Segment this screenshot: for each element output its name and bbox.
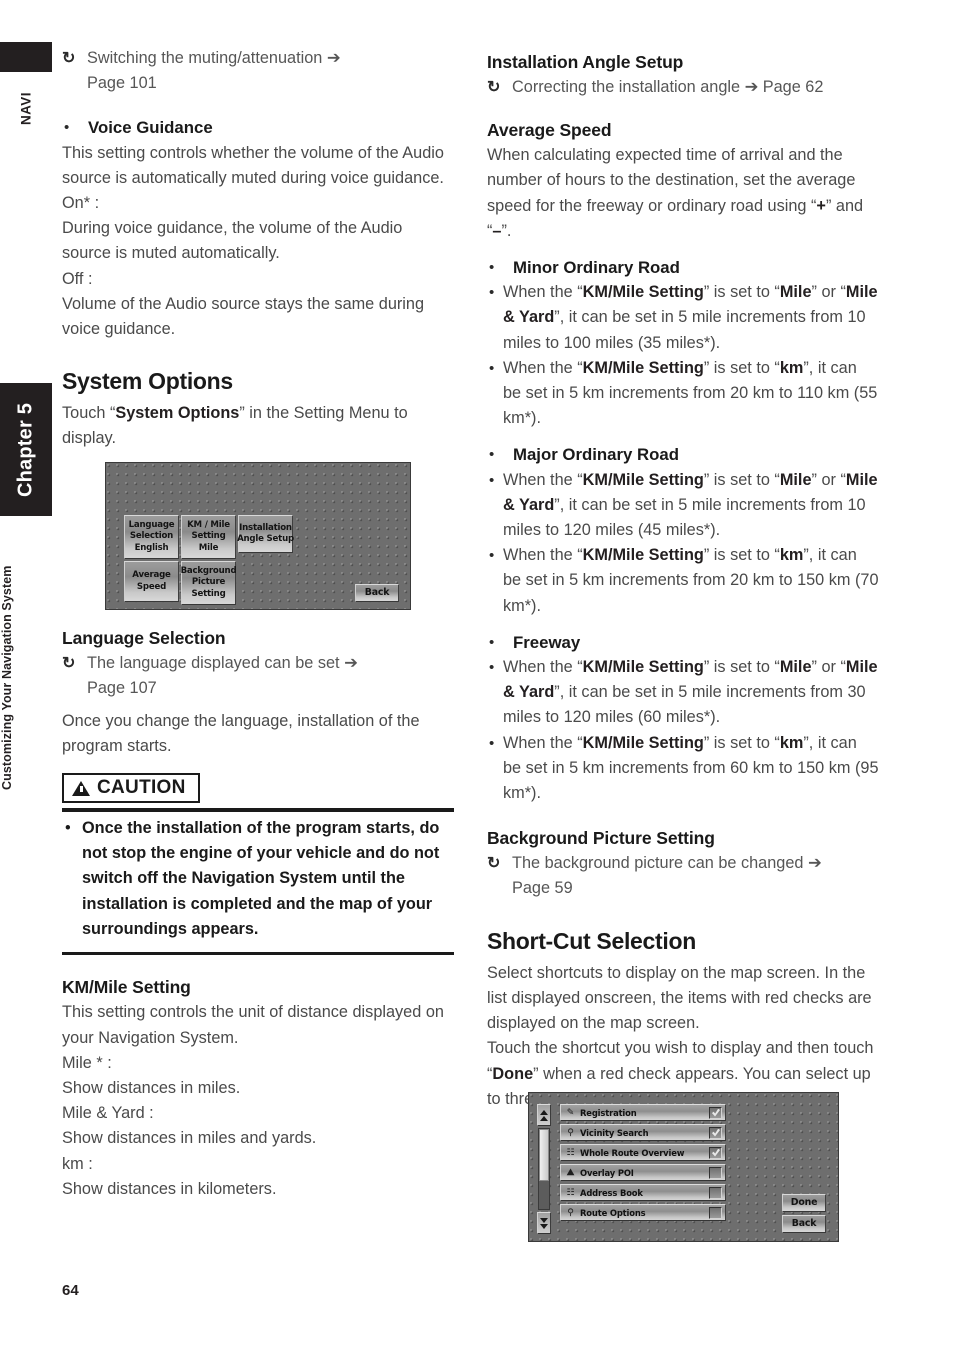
heading-language-selection: Language Selection — [62, 627, 226, 648]
heading-background-picture-setting: Background Picture Setting — [487, 828, 715, 849]
checkbox-route-options[interactable] — [709, 1206, 722, 1219]
loop-arrow-icon: ↻ — [487, 855, 501, 873]
reference-language-displayed: ↻ The language displayed can be set ➔ Pa… — [62, 651, 454, 701]
shortcut-row-address-book[interactable]: ☷ Address Book — [560, 1184, 726, 1201]
navi-tab-label: NAVI — [18, 92, 34, 126]
shortcut-row-registration[interactable]: ✎ Registration — [560, 1104, 726, 1121]
scrollbar-track[interactable] — [538, 1128, 550, 1210]
navi-tab-bar — [0, 42, 52, 72]
shortcut-row-whole-route-overview[interactable]: ☷ Whole Route Overview — [560, 1144, 726, 1161]
bullet-freeway-km: When the “KM/Mile Setting” is set to “km… — [487, 731, 879, 807]
section-label: Customizing Your Navigation System — [0, 565, 14, 791]
scroll-down-button[interactable] — [537, 1212, 551, 1234]
warning-triangle-icon — [72, 780, 90, 796]
nav-button-km-mile-setting[interactable]: KM / Mile Setting Mile — [181, 515, 236, 559]
on-label: On* : — [62, 194, 100, 213]
nav-button-language-selection[interactable]: Language Selection English — [124, 515, 179, 559]
left-column: ↻ Switching the muting/attenuation ➔ Pag… — [62, 44, 454, 1202]
mile-yard-label: Mile & Yard : — [62, 1104, 154, 1123]
mile-text: Show distances in miles. — [62, 1079, 241, 1098]
bullet-minor-mile: When the “KM/Mile Setting” is set to “Mi… — [487, 280, 879, 356]
sidebar: NAVI Chapter 5 Customizing Your Navigati… — [0, 0, 56, 1355]
right-column: Installation Angle Setup ↻ Correcting th… — [487, 44, 879, 1112]
loop-arrow-icon: ↻ — [487, 79, 501, 96]
reference-text: Correcting the installation angle ➔ Page… — [512, 78, 824, 96]
heading-installation-angle-setup: Installation Angle Setup — [487, 52, 684, 72]
checkbox-vicinity-search[interactable] — [709, 1126, 722, 1139]
group-heading-major-ordinary-road: Major Ordinary Road — [487, 442, 879, 467]
overlay-poi-icon: ⛰ — [566, 1167, 575, 1178]
chevron-down-icon — [540, 1223, 548, 1229]
nav-button-average-speed[interactable]: Average Speed — [124, 561, 179, 602]
system-options-intro: Touch “System Options” in the Setting Me… — [62, 404, 408, 448]
chevron-down-icon — [540, 1217, 548, 1223]
checkbox-address-book[interactable] — [709, 1186, 722, 1199]
reference-line-1: Switching the muting/attenuation ➔ — [87, 49, 341, 67]
voice-guidance-description: This setting controls whether the volume… — [62, 143, 444, 187]
page-title-system-options: System Options — [62, 368, 233, 395]
address-book-icon: ☷ — [566, 1187, 575, 1198]
loop-arrow-icon: ↻ — [62, 654, 76, 672]
km-label: km : — [62, 1154, 93, 1173]
shortcut-row-overlay-poi[interactable]: ⛰ Overlay POI — [560, 1164, 726, 1181]
shortcut-done-button[interactable]: Done — [782, 1194, 826, 1212]
loop-arrow-icon: ↻ — [62, 50, 76, 67]
chapter-label: Chapter 5 — [14, 402, 37, 497]
page-title-short-cut-selection: Short-Cut Selection — [487, 927, 696, 954]
reference-background-picture: ↻ The background picture can be changed … — [487, 851, 879, 901]
reference-correcting-installation-angle: ↻ Correcting the installation angle ➔ Pa… — [487, 75, 879, 100]
reference-line-2: Page 107 — [87, 678, 157, 697]
nav-button-background-picture-setting[interactable]: Background Picture Setting — [181, 561, 237, 605]
mile-yard-text: Show distances in miles and yards. — [62, 1129, 317, 1148]
off-label: Off : — [62, 269, 93, 288]
scrollbar-thumb[interactable] — [539, 1129, 549, 1181]
system-options-screen: Language Selection English KM / Mile Set… — [105, 462, 411, 610]
nav-button-installation-angle-setup[interactable]: Installation Angle Setup — [237, 515, 294, 553]
chevron-up-icon — [540, 1109, 548, 1115]
reference-line-2: Page 101 — [87, 74, 157, 93]
short-cut-selection-screen: ✎ Registration ⚲ Vicinity Search ☷ Whole… — [528, 1092, 839, 1242]
scroll-up-button[interactable] — [537, 1104, 551, 1126]
bullet-major-km: When the “KM/Mile Setting” is set to “km… — [487, 543, 879, 619]
average-speed-intro: When calculating expected time of arriva… — [487, 146, 864, 240]
heading-average-speed: Average Speed — [487, 120, 612, 141]
whole-route-overview-icon: ☷ — [566, 1147, 575, 1158]
reference-line-2: Page 59 — [512, 879, 573, 898]
bullet-voice-guidance: Voice Guidance — [62, 115, 454, 140]
heading-km-mile-setting: KM/Mile Setting — [62, 977, 191, 998]
mile-label: Mile * : — [62, 1053, 112, 1072]
caution-label: CAUTION — [97, 777, 186, 799]
page-number: 64 — [62, 1282, 79, 1299]
shortcut-back-button[interactable]: Back — [782, 1215, 826, 1233]
registration-icon: ✎ — [566, 1107, 575, 1118]
checkbox-registration[interactable] — [709, 1106, 722, 1119]
reference-line-1: The language displayed can be set ➔ — [87, 653, 358, 672]
caution-tag: CAUTION — [62, 773, 200, 804]
checkbox-overlay-poi[interactable] — [709, 1166, 722, 1179]
shortcut-row-vicinity-search[interactable]: ⚲ Vicinity Search — [560, 1124, 726, 1141]
chevron-up-icon — [540, 1115, 548, 1121]
caution-text: Once the installation of the program sta… — [62, 812, 454, 947]
caution-rule-bottom — [62, 951, 454, 956]
short-cut-body-a: Select shortcuts to display on the map s… — [487, 963, 872, 1033]
group-heading-freeway: Freeway — [487, 630, 879, 655]
on-description: During voice guidance, the volume of the… — [62, 219, 403, 263]
nav-button-back[interactable]: Back — [355, 584, 399, 602]
vicinity-search-icon: ⚲ — [567, 1127, 574, 1138]
shortcut-row-route-options[interactable]: ⚲ Route Options — [560, 1204, 726, 1221]
group-heading-minor-ordinary-road: Minor Ordinary Road — [487, 255, 879, 280]
route-options-icon: ⚲ — [567, 1207, 574, 1218]
bullet-minor-km: When the “KM/Mile Setting” is set to “km… — [487, 356, 879, 432]
reference-line-1: The background picture can be changed ➔ — [512, 854, 822, 873]
bullet-major-mile: When the “KM/Mile Setting” is set to “Mi… — [487, 468, 879, 544]
reference-muting-attenuation: ↻ Switching the muting/attenuation ➔ Pag… — [62, 46, 454, 96]
bullet-freeway-mile: When the “KM/Mile Setting” is set to “Mi… — [487, 655, 879, 731]
caution-block: CAUTION Once the installation of the pro… — [62, 773, 454, 956]
km-mile-description: This setting controls the unit of distan… — [62, 1003, 444, 1047]
language-selection-body: Once you change the language, installati… — [62, 712, 420, 756]
off-description: Volume of the Audio source stays the sam… — [62, 294, 425, 339]
km-text: Show distances in kilometers. — [62, 1179, 277, 1198]
shortcut-scrollbar[interactable] — [537, 1104, 551, 1234]
checkbox-whole-route-overview[interactable] — [709, 1146, 722, 1159]
